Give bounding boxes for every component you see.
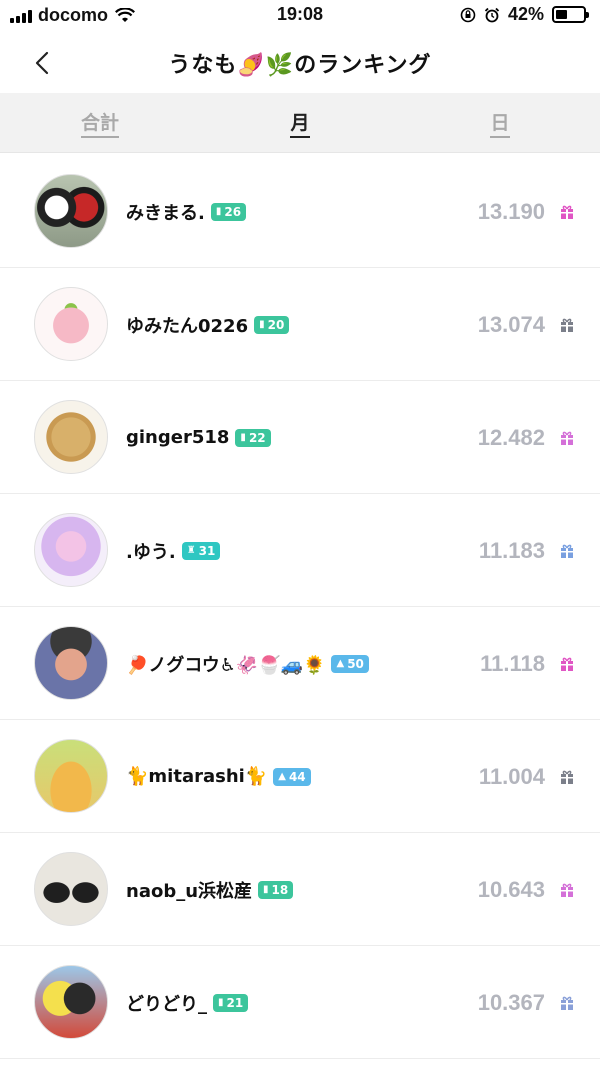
user-name: どりどり_ <box>126 993 207 1015</box>
gift-icon <box>561 770 573 784</box>
tab-day[interactable]: 日 <box>400 93 600 152</box>
score: 10.367 <box>477 990 545 1015</box>
battery-fill <box>556 10 567 19</box>
status-bar: docomo 19:08 42% <box>0 0 600 32</box>
score: 13.190 <box>477 199 545 224</box>
avatar[interactable] <box>34 626 108 700</box>
score: 11.004 <box>478 764 545 789</box>
header: うなも🍠🌿のランキング <box>0 32 600 92</box>
level-value: 44 <box>288 769 306 784</box>
level-badge: ▲ 44 <box>273 767 311 786</box>
status-right: 42% <box>460 4 589 25</box>
battery-percent: 42% <box>507 4 544 24</box>
score: 11.183 <box>478 538 545 563</box>
page-title: うなも🍠🌿のランキング <box>168 53 432 78</box>
user-name: ginger518 <box>126 427 230 448</box>
avatar[interactable] <box>34 287 108 361</box>
avatar[interactable] <box>34 965 108 1039</box>
gift-icon <box>561 657 573 671</box>
avatar[interactable] <box>34 174 108 248</box>
ranking-row[interactable]: naob_u浜松産 ▮ 18 10.643 <box>0 833 600 946</box>
level-badge: ▮ 20 <box>254 315 290 334</box>
gift-icon <box>561 883 573 897</box>
user-name: .ゆう. <box>126 541 176 563</box>
level-value: 22 <box>248 430 266 445</box>
level-badge: ▲ 50 <box>331 654 369 673</box>
user-name: ゆみたん0226 <box>126 315 249 337</box>
battery-icon <box>552 6 589 23</box>
ranking-list: みきまる. ▮ 26 13.190 ゆみたん0226 ▮ 20 13.074 gin… <box>0 155 600 1059</box>
tab-month-label: 月 <box>290 112 310 138</box>
level-value: 18 <box>271 882 289 897</box>
level-badge: ▮ 22 <box>235 428 271 447</box>
level-icon: ▮ <box>240 432 246 443</box>
ranking-row[interactable]: .ゆう. ♜ 31 11.183 <box>0 494 600 607</box>
tab-total-label: 合計 <box>80 112 119 138</box>
score: 12.482 <box>477 425 545 450</box>
score: 10.643 <box>477 877 545 902</box>
level-icon: ▮ <box>215 206 222 217</box>
gift-icon <box>561 544 573 558</box>
ranking-row[interactable]: 🏓ノグコウ♿🦑🍧🚙🌻 ▲ 50 11.118 <box>0 607 600 720</box>
gift-icon <box>561 431 573 445</box>
level-value: 21 <box>226 995 244 1010</box>
ranking-row[interactable]: どりどり_ ▮ 21 10.367 <box>0 946 600 1059</box>
user-name: みきまる. <box>126 202 205 224</box>
ranking-row[interactable]: 🐈mitarashi🐈 ▲ 44 11.004 <box>0 720 600 833</box>
level-value: 50 <box>347 656 364 671</box>
level-icon: ▲ <box>336 658 345 669</box>
score: 11.118 <box>480 651 545 676</box>
tab-day-label: 日 <box>490 112 510 138</box>
gift-icon <box>561 205 573 219</box>
level-icon: ▮ <box>263 884 269 895</box>
period-tabs: 合計 月 日 <box>0 93 600 153</box>
avatar[interactable] <box>34 739 108 813</box>
level-badge: ▮ 26 <box>210 202 247 221</box>
gift-icon <box>561 318 573 332</box>
user-name: 🏓ノグコウ♿🦑🍧🚙🌻 <box>126 654 326 676</box>
level-icon: ▮ <box>218 997 224 1008</box>
orientation-lock-icon <box>460 7 476 22</box>
score: 13.074 <box>477 312 545 337</box>
alarm-icon <box>484 7 500 22</box>
tab-total[interactable]: 合計 <box>0 93 200 152</box>
level-icon: ▮ <box>259 319 265 330</box>
level-badge: ▮ 21 <box>213 993 249 1012</box>
avatar[interactable] <box>34 852 108 926</box>
level-value: 20 <box>267 317 285 332</box>
avatar[interactable] <box>34 400 108 474</box>
ranking-row[interactable]: ゆみたん0226 ▮ 20 13.074 <box>0 268 600 381</box>
level-icon: ▲ <box>278 771 286 782</box>
level-badge: ♜ 31 <box>181 541 221 560</box>
level-badge: ▮ 18 <box>258 880 294 899</box>
ranking-row[interactable]: ginger518 ▮ 22 12.482 <box>0 381 600 494</box>
gift-icon <box>561 996 573 1010</box>
ranking-row[interactable]: みきまる. ▮ 26 13.190 <box>0 155 600 268</box>
level-value: 31 <box>198 543 216 558</box>
level-value: 26 <box>224 204 242 219</box>
tab-month[interactable]: 月 <box>200 93 400 152</box>
user-name: naob_u浜松産 <box>126 880 253 902</box>
level-icon: ♜ <box>186 545 196 556</box>
user-name: 🐈mitarashi🐈 <box>126 766 268 787</box>
avatar[interactable] <box>34 513 108 587</box>
